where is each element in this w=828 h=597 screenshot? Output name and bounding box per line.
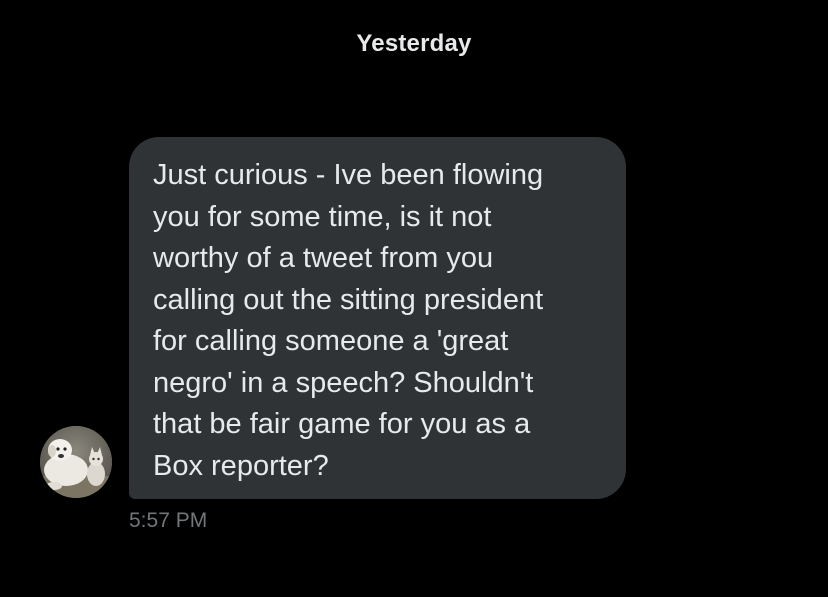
dm-conversation-screen: Yesterday Just curious - Ive been flowin… [0, 0, 828, 597]
dog-and-cat-photo-icon [40, 426, 112, 498]
message-bubble[interactable]: Just curious - Ive been flowing you for … [129, 137, 626, 499]
date-divider: Yesterday [356, 30, 472, 57]
message-row: Just curious - Ive been flowing you for … [40, 137, 640, 499]
sender-avatar[interactable] [40, 426, 112, 498]
message-timestamp: 5:57 PM [129, 509, 208, 532]
